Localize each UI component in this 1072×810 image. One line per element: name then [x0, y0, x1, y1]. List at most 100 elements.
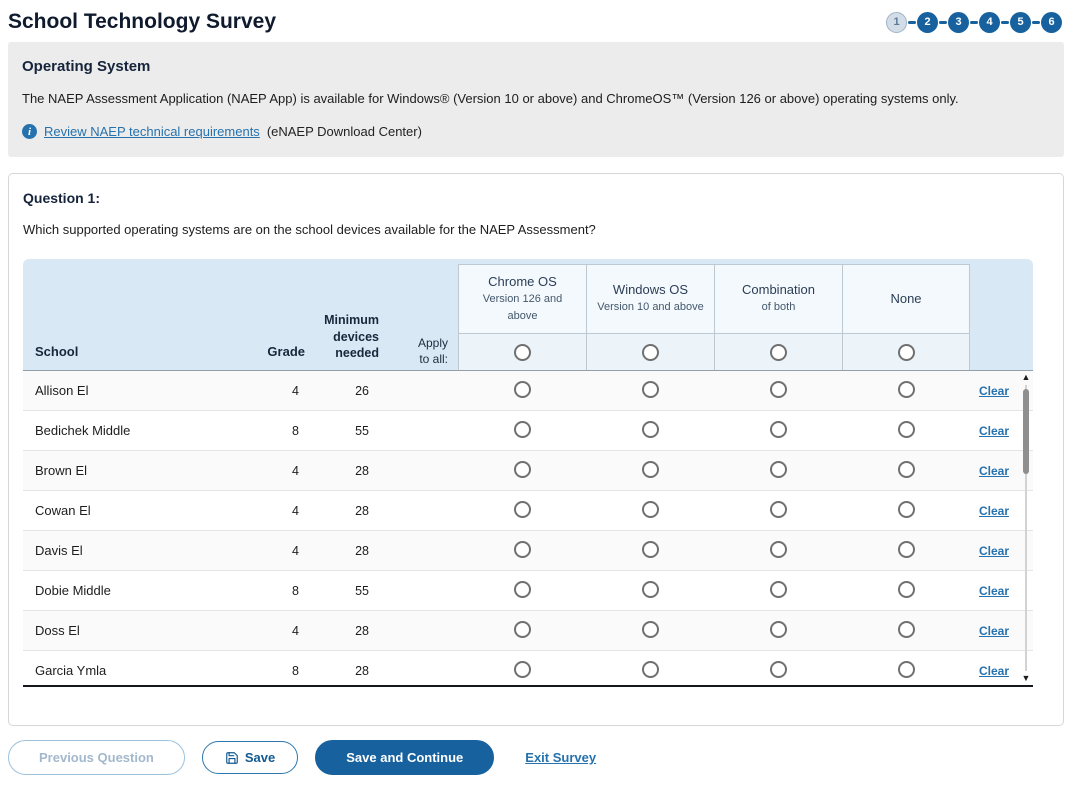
clear-row-link[interactable]: Clear [979, 384, 1009, 398]
devices-value: 28 [355, 544, 383, 558]
question-text: Which supported operating systems are on… [23, 222, 1049, 237]
radio-none[interactable] [898, 501, 915, 518]
radio-none[interactable] [898, 541, 915, 558]
option-title: None [890, 291, 921, 306]
radio-chrome-os[interactable] [514, 541, 531, 558]
page-title: School Technology Survey [8, 10, 276, 34]
devices-value: 28 [355, 504, 383, 518]
table-row: Bedichek Middle 8 55 Clear [23, 411, 1033, 451]
save-button[interactable]: Save [202, 741, 298, 774]
radio-chrome-os[interactable] [514, 381, 531, 398]
radio-windows-os[interactable] [642, 661, 659, 678]
radio-none[interactable] [898, 621, 915, 638]
save-icon [225, 751, 239, 765]
grade-value: 4 [292, 624, 313, 638]
clear-row-link[interactable]: Clear [979, 624, 1009, 638]
option-subtitle: of both [762, 299, 796, 316]
devices-value: 26 [355, 384, 383, 398]
apply-all-radio-chrome-os[interactable] [514, 344, 531, 361]
scroll-down-icon[interactable]: ▼ [1022, 674, 1031, 683]
school-name: Dobie Middle [23, 583, 223, 598]
step-3[interactable]: 3 [948, 12, 969, 33]
survey-stepper: 1 2 3 4 5 6 [886, 12, 1062, 33]
scrollbar-thumb[interactable] [1023, 389, 1029, 474]
radio-combination[interactable] [770, 381, 787, 398]
radio-chrome-os[interactable] [514, 661, 531, 678]
step-1[interactable]: 1 [886, 12, 907, 33]
step-connector [939, 21, 947, 24]
radio-windows-os[interactable] [642, 501, 659, 518]
scrollbar-track[interactable] [1025, 385, 1027, 671]
col-header-combination: Combination of both [714, 264, 842, 333]
option-title: Chrome OS [488, 274, 557, 289]
apply-all-radio-windows-os[interactable] [642, 344, 659, 361]
school-name: Allison El [23, 383, 223, 398]
col-header-chrome-os: Chrome OS Version 126 and above [458, 264, 586, 333]
radio-windows-os[interactable] [642, 621, 659, 638]
info-icon: i [22, 124, 37, 139]
radio-chrome-os[interactable] [514, 581, 531, 598]
clear-row-link[interactable]: Clear [979, 664, 1009, 678]
school-name: Brown El [23, 463, 223, 478]
footer-actions: Previous Question Save Save and Continue… [8, 740, 1064, 775]
table-row: Allison El 4 26 Clear [23, 371, 1033, 411]
radio-chrome-os[interactable] [514, 501, 531, 518]
save-and-continue-button[interactable]: Save and Continue [315, 740, 494, 775]
step-6[interactable]: 6 [1041, 12, 1062, 33]
step-4[interactable]: 4 [979, 12, 1000, 33]
radio-none[interactable] [898, 581, 915, 598]
exit-survey-link[interactable]: Exit Survey [525, 750, 596, 765]
table-row: Brown El 4 28 Clear [23, 451, 1033, 491]
school-name: Doss El [23, 623, 223, 638]
devices-value: 55 [355, 584, 383, 598]
naep-requirements-link[interactable]: Review NAEP technical requirements [44, 124, 260, 139]
radio-chrome-os[interactable] [514, 461, 531, 478]
radio-windows-os[interactable] [642, 581, 659, 598]
radio-windows-os[interactable] [642, 541, 659, 558]
radio-combination[interactable] [770, 461, 787, 478]
devices-value: 55 [355, 424, 383, 438]
col-header-school: School [23, 344, 223, 370]
radio-windows-os[interactable] [642, 461, 659, 478]
radio-none[interactable] [898, 661, 915, 678]
step-connector [1001, 21, 1009, 24]
previous-question-button[interactable]: Previous Question [8, 740, 185, 775]
radio-none[interactable] [898, 381, 915, 398]
school-name: Davis El [23, 543, 223, 558]
grade-value: 8 [292, 584, 313, 598]
apply-all-radio-none[interactable] [898, 344, 915, 361]
radio-windows-os[interactable] [642, 381, 659, 398]
clear-row-link[interactable]: Clear [979, 424, 1009, 438]
radio-combination[interactable] [770, 501, 787, 518]
step-connector [970, 21, 978, 24]
step-2[interactable]: 2 [917, 12, 938, 33]
radio-chrome-os[interactable] [514, 621, 531, 638]
clear-row-link[interactable]: Clear [979, 544, 1009, 558]
table-row: Dobie Middle 8 55 Clear [23, 571, 1033, 611]
option-subtitle: Version 126 and above [475, 291, 570, 324]
col-header-none: None [842, 264, 970, 333]
requirements-line: i Review NAEP technical requirements (eN… [22, 124, 1050, 139]
table-row: Doss El 4 28 Clear [23, 611, 1033, 651]
apply-all-radio-combination[interactable] [770, 344, 787, 361]
radio-combination[interactable] [770, 621, 787, 638]
radio-chrome-os[interactable] [514, 421, 531, 438]
clear-row-link[interactable]: Clear [979, 584, 1009, 598]
radio-none[interactable] [898, 461, 915, 478]
radio-none[interactable] [898, 421, 915, 438]
radio-combination[interactable] [770, 661, 787, 678]
table-scrollbar[interactable]: ▲ ▼ [1019, 373, 1033, 683]
apply-all-cell-combination [714, 333, 842, 370]
radio-combination[interactable] [770, 541, 787, 558]
table-header: School Grade Minimum devices needed Appl… [23, 259, 1033, 371]
radio-windows-os[interactable] [642, 421, 659, 438]
table-row: Garcia Ymla 8 28 Clear [23, 651, 1033, 687]
radio-combination[interactable] [770, 421, 787, 438]
clear-row-link[interactable]: Clear [979, 464, 1009, 478]
radio-combination[interactable] [770, 581, 787, 598]
clear-row-link[interactable]: Clear [979, 504, 1009, 518]
step-connector [908, 21, 916, 24]
panel-description: The NAEP Assessment Application (NAEP Ap… [22, 91, 1050, 106]
step-5[interactable]: 5 [1010, 12, 1031, 33]
scroll-up-icon[interactable]: ▲ [1022, 373, 1031, 382]
